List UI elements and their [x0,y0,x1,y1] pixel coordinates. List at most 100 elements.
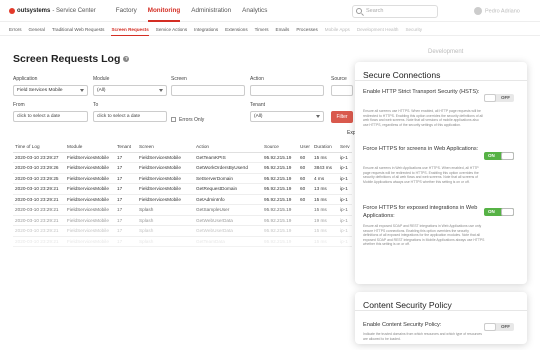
table-cell: ip-1 [338,194,352,205]
search-input[interactable]: Search [352,5,438,18]
to-placeholder: click to select a date [97,114,141,119]
module-value: (All) [97,88,106,93]
source-input[interactable] [331,85,353,96]
tab-emails[interactable]: Emails [276,23,290,36]
user-menu[interactable]: Pedro Adriano [474,7,520,15]
table-cell: FieldServicesMobile [65,215,115,226]
col-action[interactable]: Action [194,141,262,153]
application-select[interactable]: Field Services Mobile [13,85,88,96]
to-date-input[interactable]: click to select a date [93,111,167,122]
errors-only-label: Errors Only [179,117,205,123]
csp-enable-title: Enable Content Security Policy: [363,322,442,328]
col-server[interactable]: Serv [338,141,352,153]
toggle-knob [484,323,496,331]
tab-errors[interactable]: Errors [9,23,22,36]
table-row[interactable]: 2020-03-10 23:29:21FieldServicesMobile17… [13,183,352,195]
tab-integrations[interactable]: Integrations [194,23,218,36]
tab-general[interactable]: General [29,23,45,36]
col-tenant[interactable]: Tenant [115,141,137,153]
table-row[interactable]: 2020-03-10 23:29:25 FieldServicesMobile 17… [13,173,352,184]
table-cell: 95.92.215.19 [262,152,298,163]
tab-service-actions[interactable]: Service Actions [156,23,187,36]
table-row[interactable]: 2020-03-10 23:29:21FieldServicesMobile17… [13,194,352,205]
search-icon [356,8,362,14]
col-source[interactable]: Source [262,141,298,153]
table-cell: 13 ms [312,183,338,195]
user-name: Pedro Adriano [485,8,520,15]
table-row[interactable]: 2020-03-10 23:29:21FieldServicesMobile17… [13,204,352,216]
secure-connections-title: Secure Connections [355,62,527,81]
table-cell: ip-1 [338,173,352,184]
brand-logo[interactable]: outsystems - Service Center [9,7,96,14]
tab-mobile-apps[interactable]: Mobile Apps [325,23,350,36]
toggle-state: ON [488,209,495,214]
table-cell: 17 [115,215,137,226]
toggle-knob [501,152,514,160]
chevron-down-icon [80,89,84,92]
table-cell: 60 [298,194,312,205]
table-fade-overlay [0,230,350,300]
table-cell: 15 ms [312,194,338,205]
topnav-analytics[interactable]: Analytics [242,0,267,22]
table-row[interactable]: 2020-03-10 23:29:26 FieldServicesMobile 17… [13,162,352,174]
top-nav: Factory Monitoring Administration Analyt… [116,0,267,22]
force-https-screens-title: Force HTTPS for screens in Web Applicati… [363,146,479,152]
col-time[interactable]: Time of Log [13,141,65,153]
hsts-toggle[interactable]: OFF [484,94,514,102]
from-date-input[interactable]: click to select a date [13,111,88,122]
tab-security[interactable]: Security [405,23,422,36]
force-https-screens-toggle[interactable]: ON [484,152,514,160]
force-https-integrations-toggle[interactable]: ON [484,208,514,216]
table-header-row: Time of Log Module Tenant Screen Action … [13,141,352,153]
table-cell: 17 [115,194,137,205]
filter-button[interactable]: Filter [331,111,353,123]
table-cell: ip-1 [338,215,352,226]
tab-traditional-web-requests[interactable]: Traditional Web Requests [52,23,105,36]
table-cell: 60 [298,152,312,163]
table-row[interactable]: 2020-03-10 23:29:27 FieldServicesMobile 17… [13,152,352,163]
tab-screen-requests[interactable]: Screen Requests [111,23,149,36]
table-cell: 60 [298,173,312,184]
table-cell: 19 ms [312,215,338,226]
tab-timers[interactable]: Timers [255,23,269,36]
col-duration[interactable]: Duration [312,141,338,153]
table-cell: SetServerDomain [194,173,262,184]
table-cell: 15 ms [312,204,338,216]
table-cell: 2020-03-10 23:29:21 [13,183,65,195]
col-screen[interactable]: Screen [137,141,194,153]
col-user[interactable]: User [298,141,312,153]
tab-processes[interactable]: Processes [296,23,317,36]
table-cell: 17 [115,162,137,174]
tenant-value: (All) [254,114,263,119]
screen-input[interactable] [171,85,245,96]
tab-development-health[interactable]: Development Health [357,23,399,36]
table-row[interactable]: 2020-03-10 23:29:21FieldServicesMobile17… [13,215,352,226]
table-cell: FieldServicesMobile [137,162,194,174]
tenant-select[interactable]: (All) [250,111,324,122]
topnav-monitoring[interactable]: Monitoring [147,0,181,22]
table-cell: ip-1 [338,152,352,163]
development-label: Development [428,49,464,55]
errors-only-checkbox[interactable] [171,117,176,122]
page-title-text: Screen Requests Log [13,53,121,65]
content-security-policy-panel: Content Security Policy Enable Content S… [355,292,527,344]
topnav-factory[interactable]: Factory [116,0,137,22]
help-icon[interactable]: ? [123,56,130,63]
tab-extensions[interactable]: Extensions [225,23,247,36]
topnav-administration[interactable]: Administration [191,0,231,22]
csp-toggle[interactable]: OFF [484,323,514,331]
module-select[interactable]: (All) [93,85,167,96]
chevron-down-icon [159,89,163,92]
tenant-label: Tenant [250,102,266,108]
table-cell: 2020-03-10 23:29:21 [13,215,65,226]
table-cell: ip-1 [338,162,352,174]
top-bar: outsystems - Service Center Factory Moni… [0,0,540,22]
col-module[interactable]: Module [65,141,115,153]
sub-nav: Errors General Traditional Web Requests … [0,23,540,36]
table-cell: 60 [298,183,312,195]
action-input[interactable] [250,85,324,96]
toggle-knob [484,94,496,102]
toggle-knob [501,208,514,216]
table-cell: GetRequestDomain [194,183,262,195]
table-cell: GetWebUserData [194,215,262,226]
